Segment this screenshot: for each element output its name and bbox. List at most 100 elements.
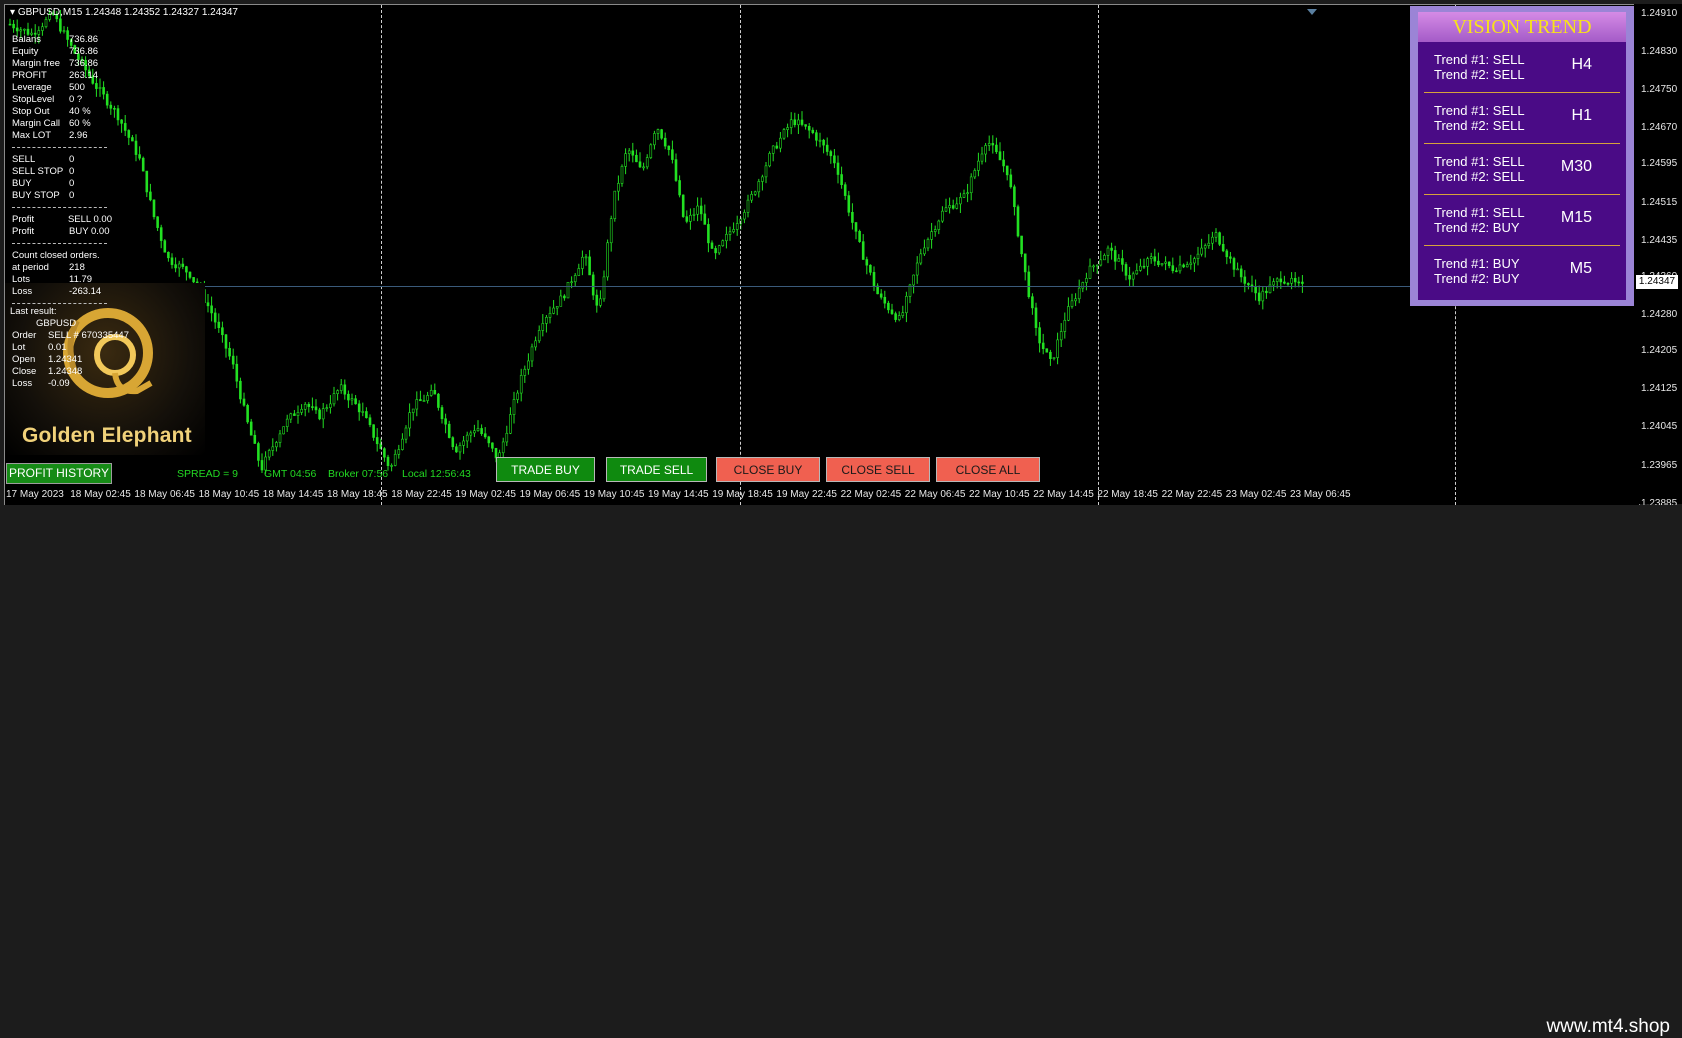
candle-body [185,266,188,273]
chart-shift-marker[interactable] [1307,9,1317,15]
info-value: 60 % [69,118,91,129]
time-tick-label: 18 May 14:45 [262,489,324,500]
candle-body [588,256,591,276]
info-value: 0 [69,166,75,177]
candle-body [242,398,246,406]
trade-buy-button[interactable]: TRADE BUY [496,457,595,482]
info-value: 1.24341 [48,354,83,365]
candle-body [422,400,426,402]
info-value: 2.96 [69,130,88,141]
price-tick-label: 1.24205 [1641,344,1678,356]
grid-line [740,5,741,505]
candle-body [512,399,516,415]
trade-sell-button[interactable]: TRADE SELL [606,457,707,482]
candle-body [1290,278,1293,284]
candle-body [905,296,908,314]
candle-body [260,460,264,471]
candle-body [1128,275,1131,280]
price-tick-label: 1.24670 [1641,122,1678,134]
candle-body [818,139,822,142]
candle-body [771,145,775,154]
trend-row-m5: Trend #1: BUY Trend #2: BUY M5 [1418,246,1626,301]
info-value: -0.09 [48,378,70,389]
candle-body [955,203,959,209]
candle-body [404,427,408,440]
candle-body [131,137,134,142]
time-tick-label: 18 May 18:45 [327,489,388,500]
info-key: BUY STOP [12,190,60,201]
candle-body [804,124,807,127]
candle-body [505,432,509,443]
close-sell-button[interactable]: CLOSE SELL [826,457,930,482]
last-result-row: Open 1.24341 [10,354,129,366]
candle-body [401,438,404,450]
info-key: Leverage [12,82,52,93]
candle-body [948,205,951,209]
candle-body [642,166,645,169]
time-tick-label: 23 May 02:45 [1225,489,1287,500]
time-tick-label: 18 May 02:45 [70,489,131,500]
trend-signal: Trend #2: SELL [1434,169,1525,184]
info-key: Loss [12,378,33,389]
trend-signal: Trend #2: SELL [1434,67,1525,82]
candle-body [1135,270,1139,275]
candle-body [624,153,627,167]
info-row: SELL STOP 0 [12,166,112,178]
candle-body [1265,290,1268,294]
candle-body [1031,296,1034,309]
candle-body [959,197,962,205]
info-value: 40 % [69,106,91,117]
candle-body [1200,247,1203,255]
candle-body [692,213,696,216]
candle-body [516,392,519,400]
candle-body [476,428,480,432]
candle-body [1070,300,1074,307]
trend-signal: Trend #2: SELL [1434,118,1525,133]
info-row: Margin Call 60 % [12,118,112,130]
candle-body [23,28,26,31]
candle-body [663,137,667,147]
candle-body [257,443,260,461]
candle-body [685,216,689,222]
info-key: Margin Call [12,118,61,129]
candle-body [926,239,930,249]
candle-body [570,281,573,284]
candle-body [973,170,977,178]
candle-body [696,205,699,215]
time-tick-label: 17 May 2023 [6,489,64,500]
time-tick-label: 19 May 22:45 [776,489,837,500]
close-buy-button[interactable]: CLOSE BUY [716,457,820,482]
candle-body [1056,339,1059,358]
candle-body [307,403,311,407]
candle-body [343,384,347,395]
closed-orders-title: Count closed orders. [12,250,100,261]
candle-body [1121,258,1124,265]
info-key: Stop Out [12,106,50,117]
candle-body [847,195,851,213]
time-tick-label: 19 May 02:45 [455,489,516,500]
info-key: Close [12,366,37,377]
candle-body [19,29,23,32]
candle-body [1293,278,1297,283]
broker-time: Broker 07:56 [328,468,389,480]
candle-body [239,380,242,400]
profit-history-button[interactable]: PROFIT HISTORY [6,463,112,484]
candle-body [869,264,872,273]
candle-body [840,174,843,185]
candle-body [710,242,714,249]
candle-body [660,129,663,139]
candle-body [530,346,534,362]
last-result-symbol: GBPUSD [36,318,77,329]
candle-body [483,433,487,438]
candle-body [750,194,753,201]
candle-body [1113,250,1117,262]
candle-body [591,274,595,296]
dropdown-arrow-icon[interactable]: ▾ [10,7,18,18]
price-tick-label: 1.24045 [1641,421,1678,433]
candle-body [1041,342,1045,349]
candle-body [1167,261,1171,266]
info-value: BUY 0.00 [69,226,110,237]
close-all-button[interactable]: CLOSE ALL [936,457,1040,482]
candle-body [368,417,372,426]
chart-area[interactable] [4,4,1640,506]
